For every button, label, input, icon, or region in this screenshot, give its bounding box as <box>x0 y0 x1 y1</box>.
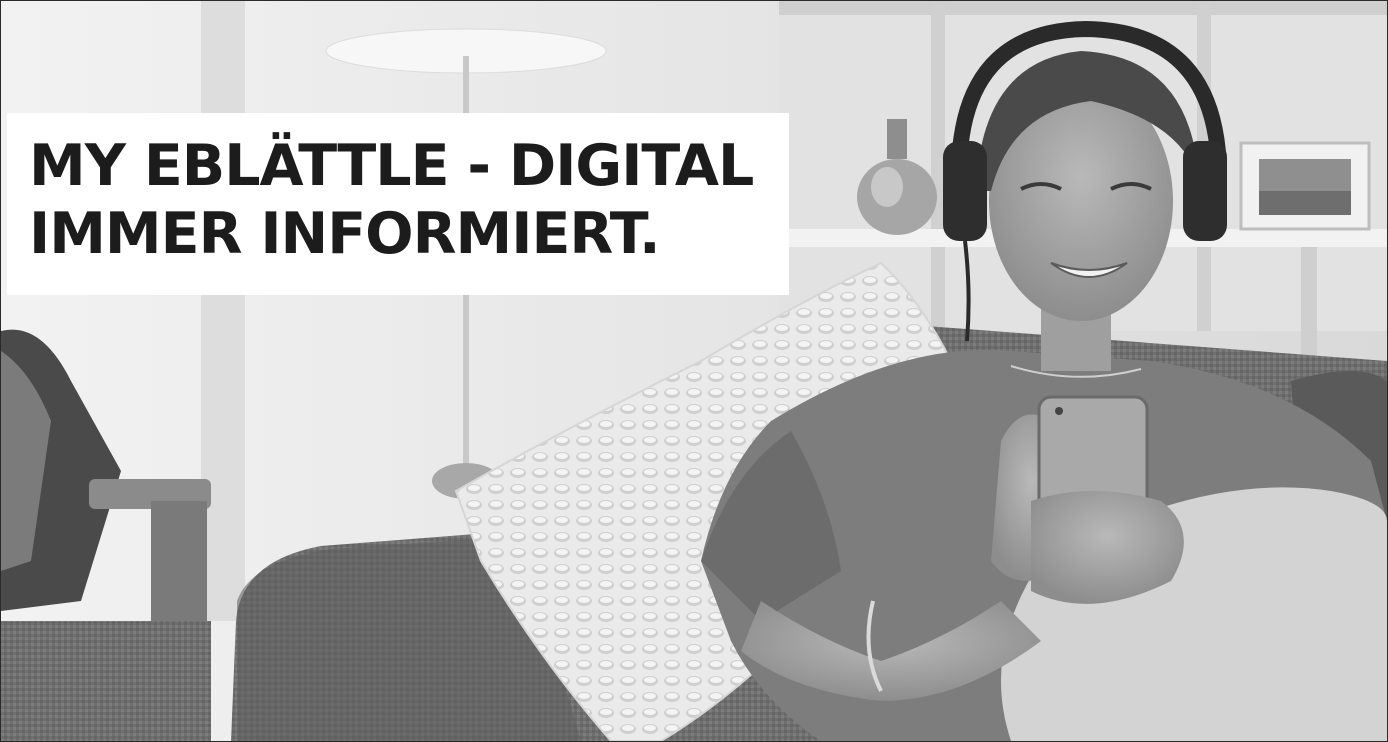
headline-line-2: IMMER INFORMIERT. <box>29 201 661 267</box>
headline-line-1: MY EBLÄTTLE - DIGITAL <box>29 133 754 199</box>
headline: MY EBLÄTTLE - DIGITAL IMMER INFORMIERT. <box>29 132 754 268</box>
promo-banner: MY EBLÄTTLE - DIGITAL IMMER INFORMIERT. <box>0 0 1388 742</box>
hero-photo <box>1 1 1387 741</box>
